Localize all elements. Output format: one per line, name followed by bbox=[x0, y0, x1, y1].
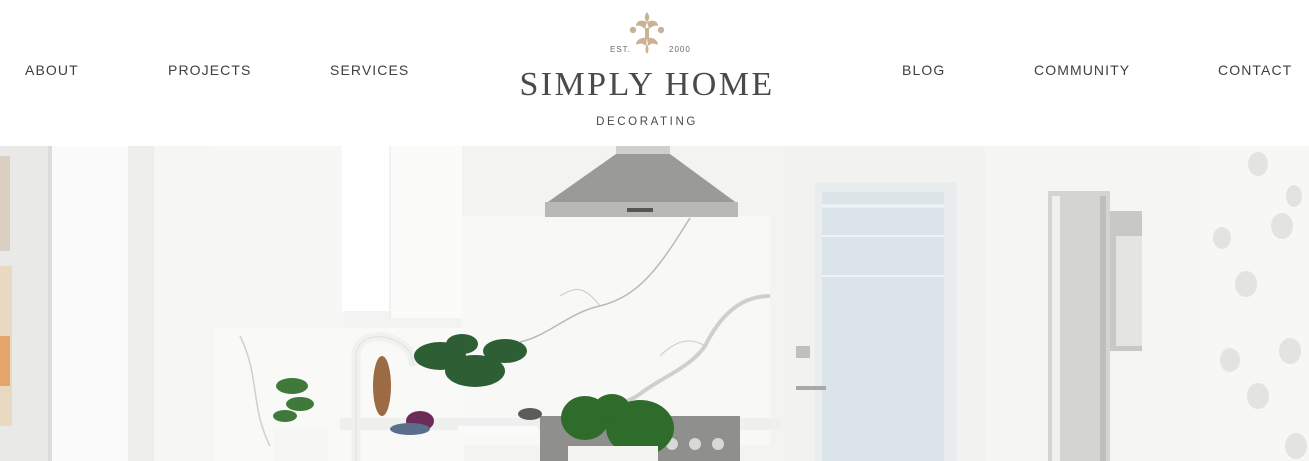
nav-link-projects[interactable]: PROJECTS bbox=[168, 62, 251, 78]
hero-kitchen-image bbox=[0, 146, 1309, 461]
nav-link-contact[interactable]: CONTACT bbox=[1218, 62, 1292, 78]
nav-link-blog[interactable]: BLOG bbox=[902, 62, 945, 78]
nav-link-about[interactable]: ABOUT bbox=[25, 62, 79, 78]
site-logo[interactable]: EST. 2000 SIMPLY HOME DECORATING bbox=[514, 8, 780, 134]
nav-link-community[interactable]: COMMUNITY bbox=[1034, 62, 1130, 78]
fleur-emblem-icon bbox=[629, 12, 665, 54]
kitchen-illustration bbox=[0, 146, 1309, 461]
site-header: ABOUT PROJECTS SERVICES EST. 2000 SIMPLY… bbox=[0, 0, 1309, 146]
logo-subtitle: DECORATING bbox=[596, 116, 698, 128]
nav-link-services[interactable]: SERVICES bbox=[330, 62, 409, 78]
logo-year-label: 2000 bbox=[669, 45, 691, 54]
logo-title: SIMPLY HOME bbox=[519, 66, 775, 103]
logo-est-label: EST. bbox=[610, 45, 631, 54]
